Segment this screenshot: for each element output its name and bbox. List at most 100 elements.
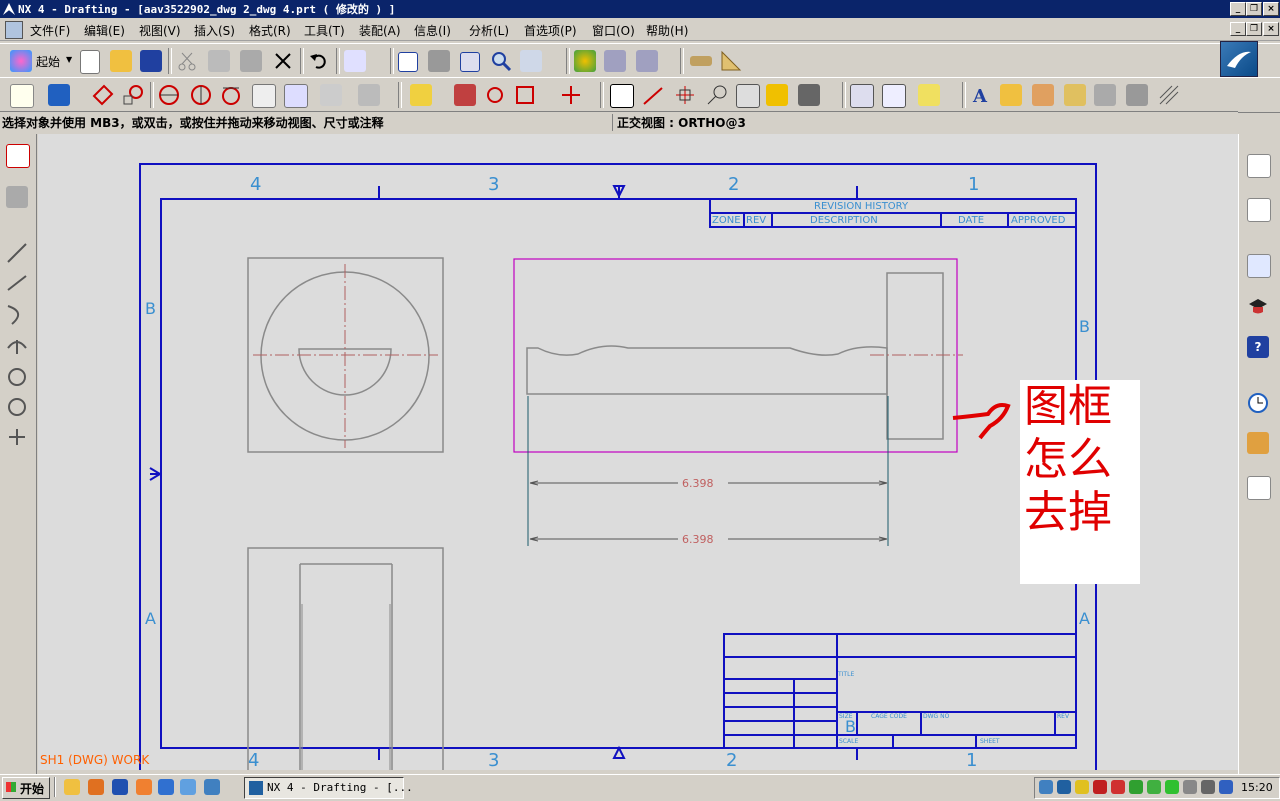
paste-icon[interactable] bbox=[240, 50, 262, 72]
detail-view-icon[interactable] bbox=[122, 84, 144, 106]
tray-icon[interactable] bbox=[1039, 780, 1053, 794]
annotation-style-icon[interactable]: A bbox=[970, 84, 992, 107]
tray-icon[interactable] bbox=[1183, 780, 1197, 794]
menu-file[interactable]: 文件(F) bbox=[30, 22, 70, 39]
section-view-icon[interactable] bbox=[158, 84, 180, 106]
dimension-icon[interactable] bbox=[410, 84, 432, 106]
broken-view-icon[interactable] bbox=[320, 84, 342, 106]
point-icon[interactable] bbox=[6, 426, 28, 448]
surface-finish-icon[interactable] bbox=[736, 84, 760, 108]
bolt-circle-icon[interactable] bbox=[484, 84, 506, 106]
tray-icon[interactable] bbox=[1219, 780, 1233, 794]
centerline-icon[interactable] bbox=[454, 84, 476, 106]
selection-filter-icon[interactable] bbox=[344, 50, 366, 72]
assembly-navigator-icon[interactable] bbox=[1247, 154, 1271, 178]
new-sheet-icon[interactable] bbox=[10, 84, 34, 108]
tray-icon[interactable] bbox=[1057, 780, 1071, 794]
edit-text-icon[interactable] bbox=[1032, 84, 1054, 106]
restore-button[interactable]: ❐ bbox=[1246, 2, 1262, 16]
note-icon[interactable] bbox=[610, 84, 634, 108]
layer-icon[interactable] bbox=[604, 50, 626, 72]
tray-icon[interactable] bbox=[1147, 780, 1161, 794]
history-clock-icon[interactable] bbox=[1247, 392, 1269, 414]
curve-icon[interactable] bbox=[6, 304, 28, 326]
menu-help[interactable]: 帮助(H) bbox=[646, 22, 688, 39]
menu-insert[interactable]: 插入(S) bbox=[194, 22, 235, 39]
quick-launch-icon[interactable] bbox=[136, 779, 152, 795]
menu-edit[interactable]: 编辑(E) bbox=[84, 22, 125, 39]
id-symbol-icon[interactable] bbox=[706, 84, 728, 106]
system-materials-icon[interactable] bbox=[1247, 476, 1271, 500]
select-cursor-icon[interactable] bbox=[6, 144, 30, 168]
part-navigator-icon[interactable] bbox=[1247, 198, 1271, 222]
quick-launch-icon[interactable] bbox=[180, 779, 196, 795]
datum-icon[interactable] bbox=[674, 84, 696, 106]
hatch-icon[interactable] bbox=[1158, 84, 1180, 106]
zoom-icon[interactable] bbox=[460, 52, 480, 72]
shaded-view-icon[interactable] bbox=[1126, 84, 1148, 106]
start-menu-label[interactable]: 起始 bbox=[36, 53, 60, 70]
base-view-icon[interactable] bbox=[48, 84, 70, 106]
new-file-icon[interactable] bbox=[80, 50, 100, 74]
update-view-icon[interactable] bbox=[284, 84, 308, 108]
tray-icon[interactable] bbox=[1201, 780, 1215, 794]
label-icon[interactable] bbox=[642, 84, 664, 106]
fit-icon[interactable] bbox=[398, 52, 418, 72]
tray-icon[interactable] bbox=[1165, 780, 1179, 794]
tray-icon[interactable] bbox=[1075, 780, 1089, 794]
magnify-icon[interactable] bbox=[490, 50, 512, 72]
side-view[interactable] bbox=[247, 547, 444, 770]
parts-list-icon[interactable] bbox=[918, 84, 940, 106]
minimize-button[interactable]: _ bbox=[1230, 2, 1246, 16]
snap-point-icon[interactable] bbox=[6, 186, 28, 208]
edit-object-icon[interactable] bbox=[636, 50, 658, 72]
copy-icon[interactable] bbox=[208, 50, 230, 72]
undo-icon[interactable] bbox=[308, 50, 330, 72]
start-icon[interactable] bbox=[10, 50, 32, 72]
menu-information[interactable]: 信息(I) bbox=[414, 22, 451, 39]
taskbar-item-nx[interactable]: NX 4 - Drafting - [... bbox=[244, 777, 413, 799]
menu-preferences[interactable]: 首选项(P) bbox=[524, 22, 577, 39]
ruler-icon[interactable] bbox=[690, 56, 712, 66]
help-icon[interactable]: ? bbox=[1247, 336, 1269, 358]
projected-view-icon[interactable] bbox=[92, 84, 114, 106]
roles-icon[interactable] bbox=[1247, 432, 1269, 454]
weld-symbol-icon[interactable] bbox=[766, 84, 788, 106]
circle-2-icon[interactable] bbox=[6, 396, 28, 418]
cut-icon[interactable] bbox=[176, 50, 198, 72]
zoom-window-icon[interactable] bbox=[428, 50, 450, 72]
top-view[interactable] bbox=[247, 257, 444, 453]
quick-launch-icon[interactable] bbox=[88, 779, 104, 795]
tray-icon[interactable] bbox=[1093, 780, 1107, 794]
edit-style-icon[interactable] bbox=[1000, 84, 1022, 106]
intersection-symbol-icon[interactable] bbox=[560, 84, 582, 106]
dimension-bottom[interactable]: 6.398 bbox=[529, 532, 888, 546]
doc-close-button[interactable]: × bbox=[1263, 22, 1279, 36]
image-icon[interactable] bbox=[798, 84, 820, 106]
quick-launch-icon[interactable] bbox=[112, 779, 128, 795]
web-browser-icon[interactable] bbox=[1247, 254, 1271, 278]
chevron-down-icon[interactable]: ▼ bbox=[66, 55, 72, 64]
revolved-section-icon[interactable] bbox=[220, 84, 242, 106]
circle-icon[interactable] bbox=[6, 366, 28, 388]
save-icon[interactable] bbox=[140, 50, 162, 72]
tabular-note-icon[interactable] bbox=[882, 84, 906, 108]
palette-icon[interactable] bbox=[574, 50, 596, 72]
delete-icon[interactable] bbox=[272, 50, 294, 72]
crosshatch-icon[interactable] bbox=[850, 84, 874, 108]
close-button[interactable]: × bbox=[1263, 2, 1279, 16]
tray-icon[interactable] bbox=[1129, 780, 1143, 794]
line-icon[interactable] bbox=[6, 242, 28, 264]
view-boundary-icon[interactable] bbox=[252, 84, 276, 108]
origin-tool-icon[interactable] bbox=[1064, 84, 1086, 106]
view-display-icon[interactable] bbox=[358, 84, 380, 106]
doc-restore-button[interactable]: ❐ bbox=[1246, 22, 1262, 36]
menu-analysis[interactable]: 分析(L) bbox=[469, 22, 509, 39]
menu-tools[interactable]: 工具(T) bbox=[304, 22, 345, 39]
open-folder-icon[interactable] bbox=[110, 50, 132, 72]
doc-minimize-button[interactable]: _ bbox=[1230, 22, 1246, 36]
document-icon[interactable] bbox=[5, 21, 23, 39]
symmetric-icon[interactable] bbox=[514, 84, 536, 106]
pan-icon[interactable] bbox=[520, 50, 542, 72]
quick-launch-icon[interactable] bbox=[64, 779, 80, 795]
